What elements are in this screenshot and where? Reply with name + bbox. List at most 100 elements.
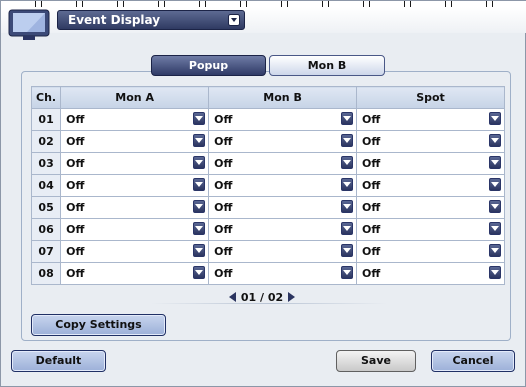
channel-number: 01 (30, 108, 62, 131)
next-page-icon[interactable] (287, 291, 295, 305)
column-header-ch: Ch. (30, 86, 62, 109)
spot-select[interactable]: Off (357, 197, 504, 218)
mon-a-value: Off (66, 245, 85, 258)
mon-b-select[interactable]: Off (209, 197, 357, 218)
chevron-down-icon[interactable] (341, 178, 354, 191)
chevron-down-icon[interactable] (193, 156, 206, 169)
mon-b-select[interactable]: Off (209, 175, 357, 196)
mon-a-value: Off (66, 157, 85, 170)
mon-a-select[interactable]: Off (61, 241, 209, 262)
prev-page-icon[interactable] (229, 291, 237, 305)
table-row: 06 Off Off Off (30, 218, 505, 241)
spot-value: Off (362, 113, 381, 126)
tab-mon-b[interactable]: Mon B (269, 55, 385, 76)
save-button[interactable]: Save (336, 350, 416, 372)
monitor-icon (8, 9, 50, 40)
channel-number: 02 (30, 130, 62, 153)
chevron-down-icon[interactable] (341, 156, 354, 169)
chevron-down-icon[interactable] (489, 134, 501, 147)
pager: 01 / 02 (229, 291, 295, 305)
spot-select[interactable]: Off (357, 153, 504, 174)
chevron-down-icon[interactable] (193, 112, 206, 125)
spot-cell: Off (356, 218, 505, 241)
chevron-down-icon[interactable] (193, 266, 206, 279)
mon-b-select[interactable]: Off (209, 109, 357, 130)
mon-a-select[interactable]: Off (61, 109, 209, 130)
mon-b-value: Off (214, 113, 233, 126)
channel-number: 06 (30, 218, 62, 241)
chevron-down-icon[interactable] (341, 200, 354, 213)
mon-a-select[interactable]: Off (61, 197, 209, 218)
mon-b-cell: Off (208, 196, 358, 219)
mon-b-value: Off (214, 179, 233, 192)
mon-a-select[interactable]: Off (61, 263, 209, 284)
spot-cell: Off (356, 130, 505, 153)
mon-b-select[interactable]: Off (209, 153, 357, 174)
chevron-down-icon[interactable] (193, 244, 206, 257)
chevron-down-icon[interactable] (489, 156, 501, 169)
column-header-spot: Spot (356, 86, 505, 109)
event-display-window: Event Display Popup Mon B Ch. Mon A Mon … (0, 0, 526, 387)
mon-b-select[interactable]: Off (209, 131, 357, 152)
chevron-down-icon[interactable] (193, 134, 206, 147)
chevron-down-icon[interactable] (341, 266, 354, 279)
tab-popup[interactable]: Popup (151, 55, 266, 76)
chevron-down-icon[interactable] (341, 112, 354, 125)
channel-number: 03 (30, 152, 62, 175)
chevron-down-icon[interactable] (341, 244, 354, 257)
chevron-down-icon[interactable] (193, 222, 206, 235)
default-button[interactable]: Default (11, 350, 106, 372)
event-display-select[interactable]: Event Display (57, 10, 245, 30)
spot-value: Off (362, 223, 381, 236)
chevron-down-icon[interactable] (489, 178, 501, 191)
spot-select[interactable]: Off (357, 131, 504, 152)
channel-number: 08 (30, 262, 62, 285)
mon-a-select[interactable]: Off (61, 131, 209, 152)
mon-a-select[interactable]: Off (61, 219, 209, 240)
page-indicator: 01 / 02 (240, 291, 284, 304)
cancel-button[interactable]: Cancel (431, 350, 515, 372)
chevron-down-icon[interactable] (193, 200, 206, 213)
spot-select[interactable]: Off (357, 263, 504, 284)
mon-b-select[interactable]: Off (209, 241, 357, 262)
chevron-down-icon[interactable] (489, 112, 501, 125)
mon-a-value: Off (66, 179, 85, 192)
chevron-down-icon[interactable] (341, 222, 354, 235)
mon-b-cell: Off (208, 108, 358, 131)
spot-cell: Off (356, 174, 505, 197)
spot-select[interactable]: Off (357, 175, 504, 196)
mon-a-select[interactable]: Off (61, 153, 209, 174)
mon-a-select[interactable]: Off (61, 175, 209, 196)
mon-a-cell: Off (60, 240, 210, 263)
spot-select[interactable]: Off (357, 109, 504, 130)
spot-value: Off (362, 201, 381, 214)
mon-b-cell: Off (208, 262, 358, 285)
mon-b-select[interactable]: Off (209, 263, 357, 284)
chevron-down-icon[interactable] (489, 222, 501, 235)
event-table: Ch. Mon A Mon B Spot 01 Off Off Off 02 Off Off… (30, 86, 505, 285)
spot-value: Off (362, 157, 381, 170)
mon-b-value: Off (214, 135, 233, 148)
chevron-down-icon[interactable] (489, 266, 501, 279)
title-bar: Event Display (1, 7, 526, 40)
mon-a-cell: Off (60, 108, 210, 131)
mon-a-value: Off (66, 113, 85, 126)
copy-settings-button[interactable]: Copy Settings (31, 314, 166, 336)
table-row: 07 Off Off Off (30, 240, 505, 263)
mon-a-value: Off (66, 201, 85, 214)
chevron-down-icon[interactable] (341, 134, 354, 147)
chevron-down-icon[interactable] (489, 244, 501, 257)
mon-b-select[interactable]: Off (209, 219, 357, 240)
mon-b-cell: Off (208, 218, 358, 241)
chevron-down-icon[interactable] (193, 178, 206, 191)
mon-b-value: Off (214, 223, 233, 236)
spot-select[interactable]: Off (357, 219, 504, 240)
spot-cell: Off (356, 108, 505, 131)
mon-a-cell: Off (60, 218, 210, 241)
mon-b-cell: Off (208, 152, 358, 175)
chevron-down-icon[interactable] (489, 200, 501, 213)
spot-select[interactable]: Off (357, 241, 504, 262)
spot-value: Off (362, 179, 381, 192)
spot-value: Off (362, 135, 381, 148)
mon-a-cell: Off (60, 262, 210, 285)
